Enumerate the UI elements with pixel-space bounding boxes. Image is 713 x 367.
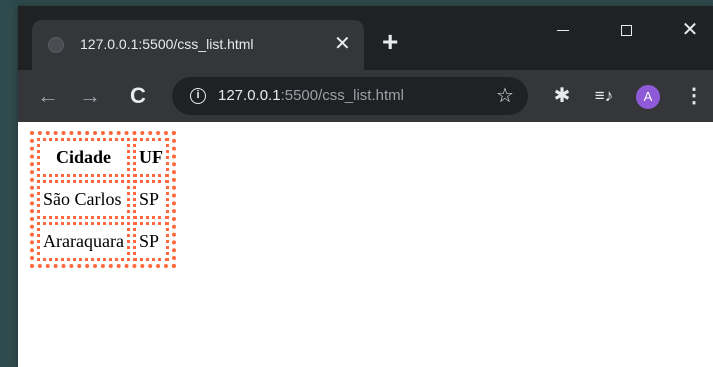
browser-tab[interactable]: 127.0.0.1:5500/css_list.html ✕	[32, 20, 364, 70]
forward-button[interactable]: →	[74, 80, 106, 112]
new-tab-button[interactable]: +	[382, 28, 398, 56]
url-path: :5500/css_list.html	[280, 87, 404, 104]
maximize-icon	[620, 25, 632, 37]
minimize-button[interactable]	[543, 12, 583, 48]
browser-window: 127.0.0.1:5500/css_list.html ✕ + ✕ ← → C…	[18, 6, 713, 367]
cell-uf: SP	[132, 222, 169, 261]
tab-title: 127.0.0.1:5500/css_list.html	[80, 36, 254, 52]
site-info-icon[interactable]: i	[190, 88, 206, 104]
profile-avatar[interactable]: A	[636, 85, 660, 109]
back-button[interactable]: ←	[32, 80, 64, 112]
header-cidade: Cidade	[37, 138, 130, 177]
extensions-icon[interactable]: ✱	[546, 80, 578, 112]
table-row: Araraquara SP	[37, 222, 169, 261]
url-text[interactable]: 127.0.0.1:5500/css_list.html	[218, 87, 404, 104]
cell-cidade: Araraquara	[37, 222, 130, 261]
maximize-button[interactable]	[606, 12, 646, 48]
reload-button[interactable]: C	[122, 80, 154, 112]
kebab-menu-icon[interactable]: ⋮	[678, 80, 710, 112]
cell-cidade: São Carlos	[37, 180, 130, 219]
cell-uf: SP	[132, 180, 169, 219]
close-window-button[interactable]: ✕	[670, 12, 710, 48]
title-bar: 127.0.0.1:5500/css_list.html ✕ + ✕	[18, 6, 713, 70]
table-row: São Carlos SP	[37, 180, 169, 219]
tab-close-icon[interactable]: ✕	[334, 32, 351, 56]
cities-table: Cidade UF São Carlos SP Araraquara SP	[30, 131, 176, 268]
url-host: 127.0.0.1	[218, 87, 281, 104]
browser-toolbar: ← → C i 127.0.0.1:5500/css_list.html ☆ ✱…	[18, 70, 713, 122]
table-header-row: Cidade UF	[37, 138, 169, 177]
bookmark-star-icon[interactable]: ☆	[496, 83, 514, 109]
minimize-icon	[557, 29, 569, 32]
address-bar[interactable]: i 127.0.0.1:5500/css_list.html ☆	[172, 77, 528, 115]
page-content: Cidade UF São Carlos SP Araraquara SP	[18, 122, 713, 367]
media-control-icon[interactable]: ≡♪	[588, 80, 620, 112]
globe-icon	[48, 37, 64, 53]
header-uf: UF	[132, 138, 169, 177]
